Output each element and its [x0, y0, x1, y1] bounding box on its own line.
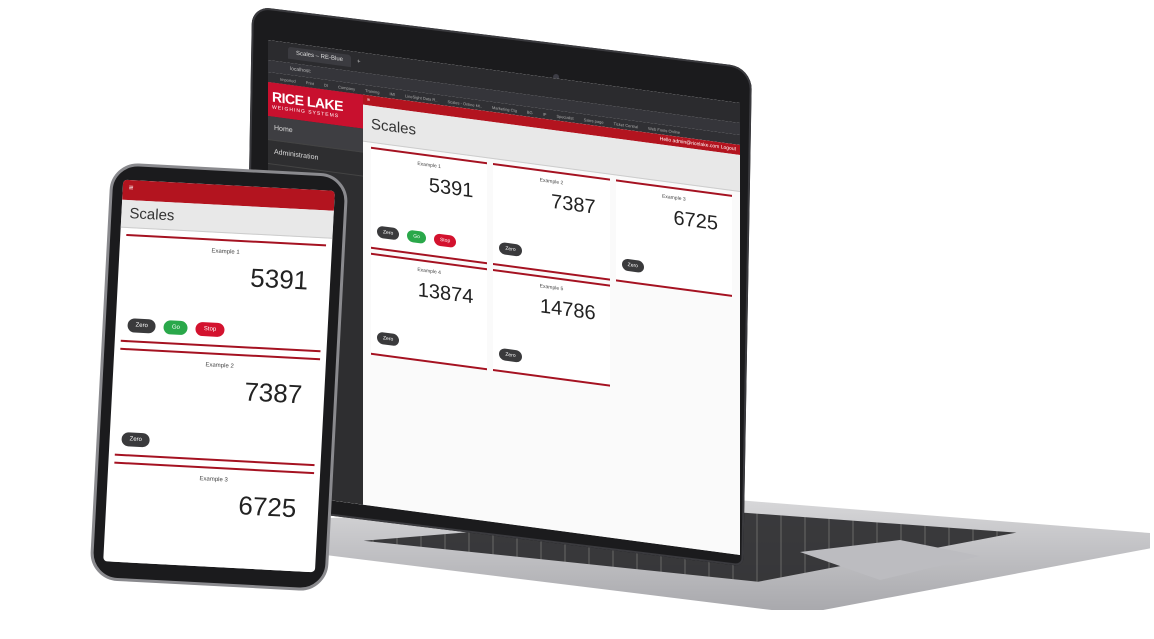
scale-actions: Zero Go Stop: [127, 318, 225, 338]
zero-button[interactable]: Zero: [499, 241, 522, 257]
stop-button[interactable]: Stop: [433, 233, 457, 249]
page-title: Scales: [371, 115, 417, 139]
bookmark-item[interactable]: IMI: [389, 91, 395, 97]
phone-screen: ≡ Scales Example 1 5391 Zero Go Stop Exa…: [103, 179, 335, 573]
hamburger-menu-icon[interactable]: ≡: [129, 183, 134, 192]
zero-button[interactable]: Zero: [621, 258, 644, 274]
zero-button[interactable]: Zero: [127, 318, 157, 334]
zero-button[interactable]: Zero: [377, 225, 400, 241]
url-text: localhost:: [290, 65, 312, 75]
main-content: ≡ Hello admin@ricelake.com Logout Scales…: [363, 94, 740, 555]
bookmark-item[interactable]: Specialist: [556, 113, 573, 120]
scale-weight: 5391: [249, 262, 309, 296]
scale-weight: 6725: [237, 490, 298, 524]
bookmark-item[interactable]: Imported: [280, 76, 296, 83]
zero-button[interactable]: Zero: [121, 431, 151, 448]
bookmark-item[interactable]: Sales page: [584, 117, 604, 125]
scale-actions: Zero: [499, 347, 522, 363]
bookmark-item[interactable]: Training: [365, 87, 379, 94]
scale-card: Example 3 6725 Zero: [615, 179, 732, 297]
new-tab-icon[interactable]: +: [357, 59, 361, 65]
go-button[interactable]: Go: [163, 320, 189, 336]
scale-actions: Zero: [377, 331, 400, 347]
logout-link[interactable]: Logout: [721, 144, 736, 152]
scale-weight: 7387: [243, 376, 303, 410]
scale-actions: Zero: [499, 241, 522, 257]
zero-button[interactable]: Zero: [377, 331, 400, 347]
scale-card: Example 1 5391 Zero Go Stop: [120, 233, 327, 353]
hamburger-menu-icon[interactable]: ≡: [367, 97, 370, 103]
scale-card: Example 2 7387 Zero: [493, 163, 610, 281]
go-button[interactable]: Go: [407, 229, 426, 245]
scale-card: Example 2 7387 Zero: [114, 347, 321, 467]
scale-card: Example 1 5391 Zero Go Stop: [371, 146, 488, 265]
scale-actions: Zero: [621, 258, 644, 274]
bookmark-item[interactable]: Company: [338, 84, 355, 91]
smartphone: ≡ Scales Example 1 5391 Zero Go Stop Exa…: [89, 162, 349, 592]
scale-card: Example 5 14786 Zero: [493, 269, 610, 387]
bookmark-item[interactable]: BG: [527, 109, 533, 115]
scale-card: Example 3 6725: [108, 461, 315, 573]
scale-actions: Zero: [121, 431, 151, 448]
bookmark-item[interactable]: DI: [324, 82, 328, 88]
zero-button[interactable]: Zero: [499, 347, 522, 363]
bookmark-item[interactable]: IP: [543, 111, 547, 117]
scale-card: Example 4 13874 Zero: [371, 252, 488, 371]
stop-button[interactable]: Stop: [195, 321, 225, 338]
bookmark-item[interactable]: Print: [306, 80, 314, 86]
scale-actions: Zero Go Stop: [377, 225, 457, 249]
